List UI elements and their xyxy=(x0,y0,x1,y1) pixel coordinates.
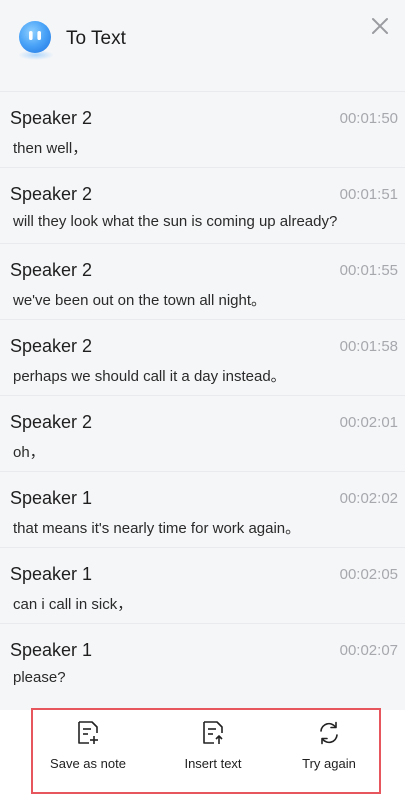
close-icon[interactable] xyxy=(369,15,391,37)
transcript-item[interactable]: Speaker 2 00:01:51 will they look what t… xyxy=(0,167,405,243)
transcript-item[interactable]: Speaker 1 00:02:05 can i call in sick， xyxy=(0,547,405,623)
speaker-name: Speaker 2 xyxy=(10,184,93,204)
refresh-icon xyxy=(320,721,338,745)
transcript-item[interactable]: Speaker 2 00:01:55 we've been out on the… xyxy=(0,243,405,319)
timestamp: 00:01:58 xyxy=(339,338,398,355)
transcript-text: will they look what the sun is coming up… xyxy=(13,213,338,230)
header: To Text xyxy=(0,0,405,80)
timestamp: 00:01:51 xyxy=(339,186,398,203)
insert-text-label: Insert text xyxy=(184,756,242,771)
speaker-name: Speaker 2 xyxy=(10,336,93,356)
transcript-item[interactable]: Speaker 2 00:01:50 then well， xyxy=(0,91,405,167)
transcript-item[interactable]: Speaker 1 00:02:02 that means it's nearl… xyxy=(0,471,405,547)
try-again-label: Try again xyxy=(302,756,356,771)
transcript-text: we've been out on the town all night。 xyxy=(13,292,267,309)
transcript-item[interactable]: Speaker 2 00:02:01 oh， xyxy=(0,395,405,471)
transcript-text: please? xyxy=(13,669,66,686)
insert-text-icon xyxy=(203,721,223,744)
speaker-name: Speaker 1 xyxy=(10,564,93,584)
speaker-name: Speaker 2 xyxy=(10,412,93,432)
transcript-item[interactable]: Speaker 1 00:02:07 please? xyxy=(0,623,405,699)
transcript-text: then well， xyxy=(13,140,88,157)
transcript-text: that means it's nearly time for work aga… xyxy=(13,520,301,537)
transcript-text: perhaps we should call it a day instead。 xyxy=(13,368,286,385)
timestamp: 00:01:55 xyxy=(339,262,398,279)
try-again-button[interactable]: Try again xyxy=(274,720,384,780)
timestamp: 00:01:50 xyxy=(339,110,398,127)
timestamp: 00:02:01 xyxy=(339,414,398,431)
speaker-name: Speaker 1 xyxy=(10,640,93,660)
transcript-text: oh， xyxy=(13,444,45,461)
save-as-note-button[interactable]: Save as note xyxy=(33,720,143,780)
insert-text-button[interactable]: Insert text xyxy=(158,720,268,780)
save-as-note-label: Save as note xyxy=(50,756,126,771)
timestamp: 00:02:05 xyxy=(339,566,398,583)
speaker-name: Speaker 2 xyxy=(10,108,93,128)
assistant-face-icon xyxy=(19,21,51,53)
note-add-icon xyxy=(78,721,98,744)
page-title: To Text xyxy=(66,28,126,49)
timestamp: 00:02:07 xyxy=(339,642,398,659)
transcript-list: Speaker 2 00:01:50 then well， Speaker 2 … xyxy=(0,91,405,699)
timestamp: 00:02:02 xyxy=(339,490,398,507)
speaker-name: Speaker 2 xyxy=(10,260,93,280)
transcript-item[interactable]: Speaker 2 00:01:58 perhaps we should cal… xyxy=(0,319,405,395)
transcript-text: can i call in sick， xyxy=(13,596,133,613)
speaker-name: Speaker 1 xyxy=(10,488,93,508)
